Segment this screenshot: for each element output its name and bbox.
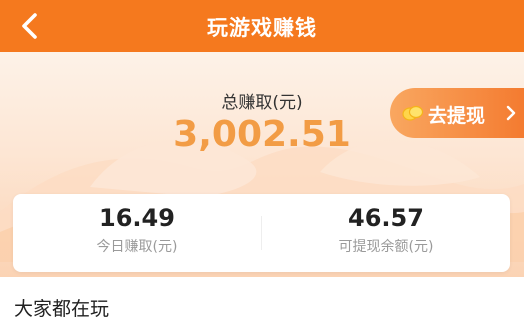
withdraw-label: 去提现 [428, 105, 486, 127]
stat-value: 16.49 [99, 204, 175, 232]
stat-label: 今日赚取(元) [96, 239, 178, 255]
stat-value: 46.57 [348, 204, 424, 232]
earnings-stats-card: 16.49 今日赚取(元) 46.57 可提现余额(元) [13, 194, 510, 272]
chevron-right-icon [506, 105, 516, 121]
section-title: 大家都在玩 [14, 298, 110, 320]
top-bar: 玩游戏赚钱 [0, 0, 524, 52]
page-title: 玩游戏赚钱 [207, 16, 317, 40]
withdraw-button[interactable]: 去提现 [390, 88, 524, 138]
app-root: 玩游戏赚钱 总赚取(元) 3,002.51 去提现 16.49 今日赚取(元) [0, 0, 524, 325]
stat-withdrawable-balance: 46.57 可提现余额(元) [262, 194, 510, 272]
stat-today-earnings: 16.49 今日赚取(元) [13, 194, 261, 272]
stat-label: 可提现余额(元) [338, 239, 434, 255]
coin-icon [402, 105, 424, 121]
